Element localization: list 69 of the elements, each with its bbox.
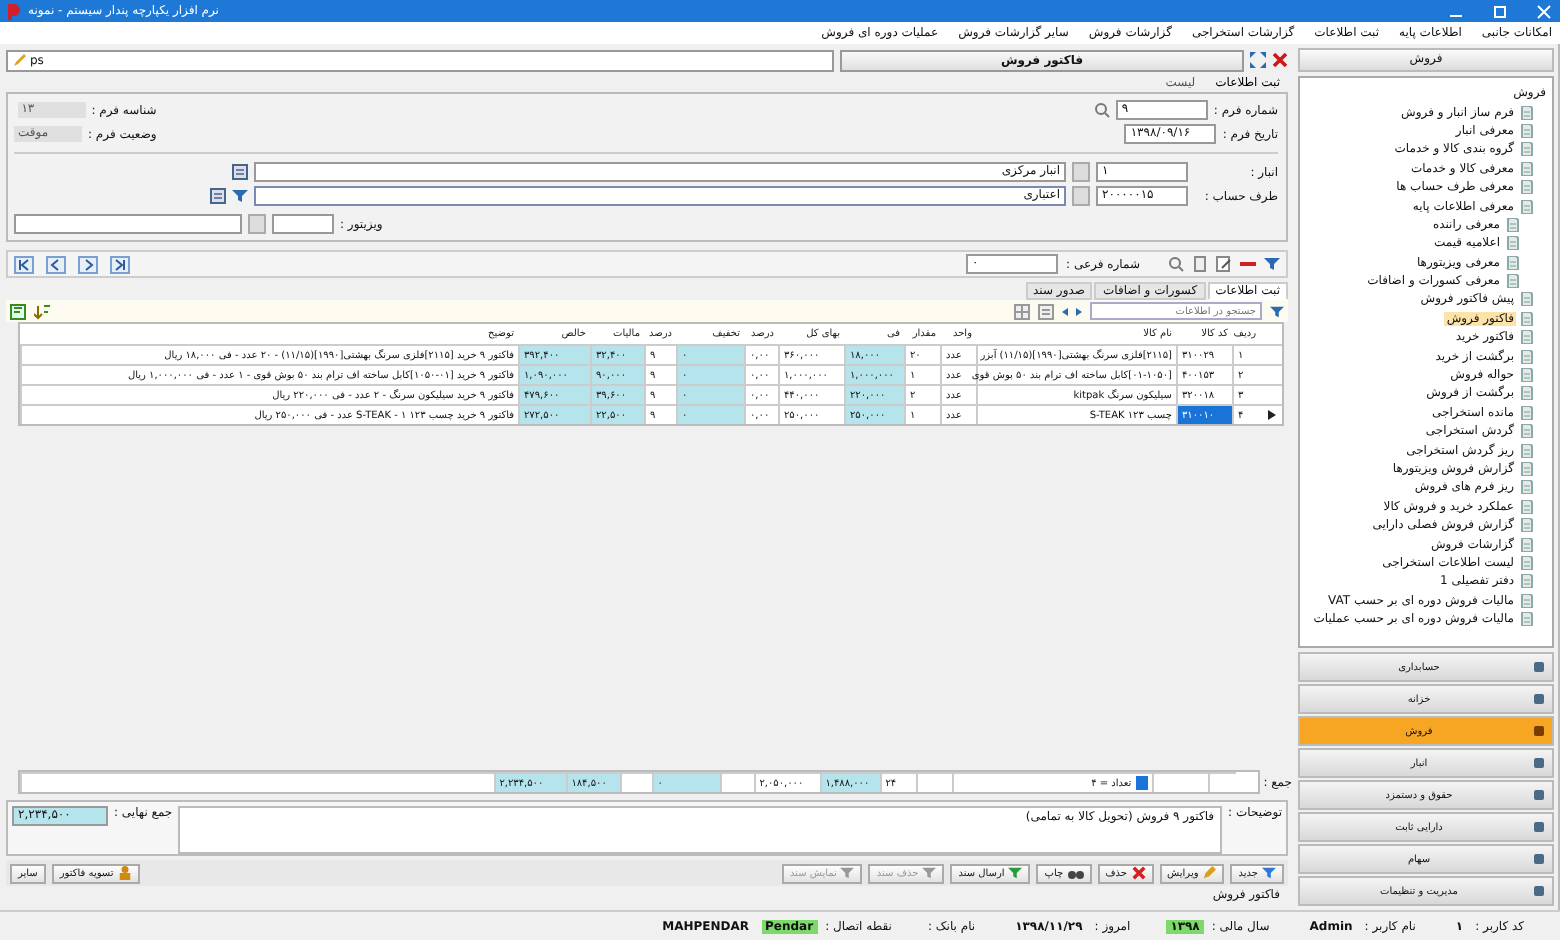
search-icon[interactable] [1168,256,1184,272]
minus-icon[interactable] [1240,256,1256,272]
document-icon [1520,462,1534,476]
document-icon [1520,180,1534,195]
document-icon [1520,105,1534,120]
name-field[interactable] [14,214,242,234]
document-icon [1520,330,1534,345]
list-icon[interactable] [1038,303,1054,319]
module-icon [1532,788,1546,802]
module-icon [1532,852,1546,866]
module-icon [1532,820,1546,834]
expand-icon[interactable] [1250,52,1266,68]
module-icon [1532,660,1546,674]
filter-icon [840,866,855,880]
document-icon [1520,443,1534,458]
sort-icon[interactable] [34,303,50,319]
document-icon [1520,349,1534,364]
pencil-icon [1202,866,1217,880]
document-icon [1520,292,1534,307]
filter-icon[interactable] [1270,303,1284,319]
search-icon[interactable] [1093,102,1110,118]
document-icon [1520,161,1534,176]
document-icon [1520,142,1534,157]
document-icon [1520,499,1534,514]
document-icon [1520,368,1534,383]
last-icon[interactable] [110,255,130,273]
document-icon [1520,612,1534,627]
close-icon[interactable] [1272,52,1288,68]
document-icon [1520,424,1534,439]
export-icon[interactable] [10,303,26,319]
app-icon [8,3,20,19]
filter-icon [1262,866,1276,880]
edit-icon[interactable] [1216,256,1232,272]
document-icon [1520,311,1534,326]
grid-icon[interactable] [1014,303,1030,319]
document-icon [1520,123,1534,138]
previous-icon[interactable] [46,255,66,273]
document-icon [1520,386,1534,401]
restore-icon[interactable] [1492,3,1508,19]
document-icon [1520,537,1534,552]
document-icon [1506,236,1520,251]
document-icon [1520,574,1534,589]
filter-icon [922,866,937,880]
filter-icon [1008,866,1023,880]
module-icon [1532,756,1546,770]
document-icon [1520,555,1534,570]
document-icon [1520,480,1534,495]
document-icon [1520,518,1534,533]
document-icon [1506,255,1520,270]
module-icon [1532,884,1546,898]
next-icon[interactable] [78,255,98,273]
binoculars-icon [1067,866,1084,880]
document-icon [1520,593,1534,608]
module-icon [1532,724,1546,738]
delete-icon [1131,866,1146,880]
first-icon[interactable] [14,255,34,273]
module-icon [1532,692,1546,706]
arrows-icon[interactable] [1062,305,1082,317]
pencil-icon [12,53,26,67]
document-icon [1506,274,1520,289]
document-icon[interactable] [1192,256,1208,272]
person-icon [117,866,132,880]
row-pointer-icon [1267,410,1275,420]
code-field[interactable] [272,214,334,234]
filter-icon[interactable] [1264,256,1280,272]
document-icon [1520,199,1534,214]
document-icon [1520,405,1534,420]
document-icon [1506,217,1520,232]
filter-icon[interactable] [232,188,248,204]
